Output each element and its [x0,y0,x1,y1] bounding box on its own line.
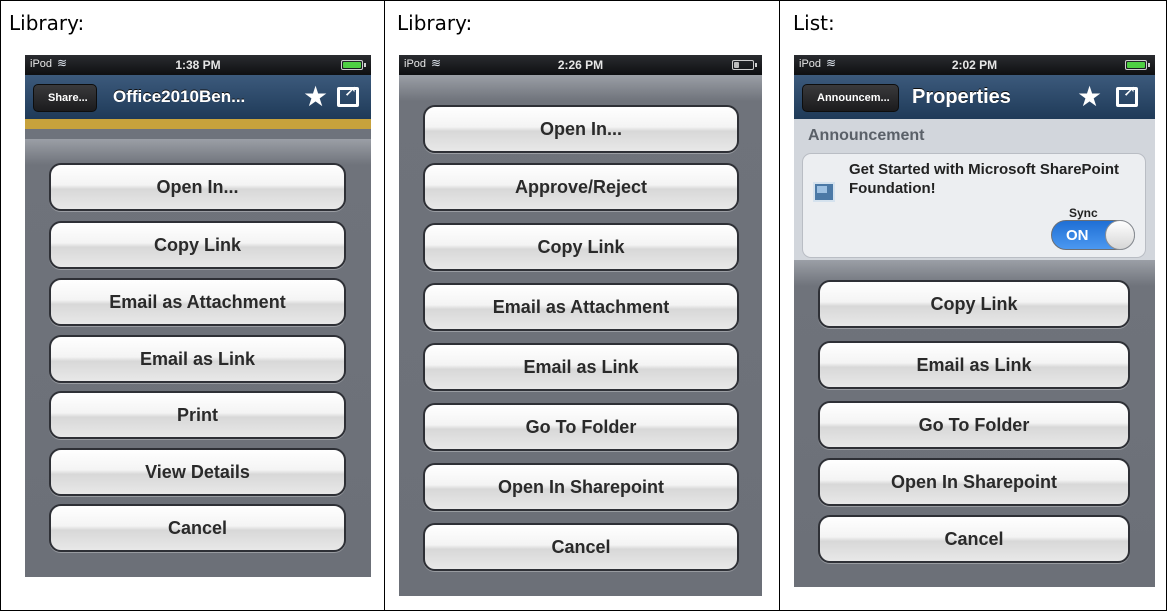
copy-link-button[interactable]: Copy Link [818,280,1130,328]
sync-label: Sync [1069,206,1098,220]
action-sheet: Copy Link Email as Link Go To Folder Ope… [794,260,1155,587]
open-in-sharepoint-button[interactable]: Open In Sharepoint [818,458,1130,506]
view-details-button[interactable]: View Details [49,448,346,496]
column-label: Library: [9,11,85,35]
email-as-link-button[interactable]: Email as Link [818,341,1130,389]
status-time: 2:02 PM [951,58,998,72]
open-in-button[interactable]: Open In... [49,163,346,211]
table-divider [779,1,780,611]
table-divider [384,1,385,611]
section-title: Announcement [808,127,925,144]
cancel-button[interactable]: Cancel [49,504,346,552]
nav-title: Office2010Ben... [113,87,246,106]
announcement-title: Get Started with Microsoft SharePoint Fo… [849,161,1120,197]
email-as-link-button[interactable]: Email as Link [423,343,739,391]
announcement-card: Get Started with Microsoft SharePoint Fo… [802,153,1146,258]
content-strip [25,119,371,129]
back-button[interactable]: Share... [33,84,97,112]
status-bar: iPod ≋ 2:26 PM [399,55,762,75]
phone-screenshot: iPod ≋ 2:02 PM Announcem... Properties ★… [794,55,1155,587]
open-in-button[interactable]: Open In... [423,105,739,153]
document-table: Library: iPod ≋ 1:38 PM Share... Office2… [0,0,1167,611]
cancel-button[interactable]: Cancel [423,523,739,571]
email-as-attachment-button[interactable]: Email as Attachment [423,283,739,331]
column-label: List: [793,11,835,35]
status-bar: iPod ≋ 2:02 PM [794,55,1155,75]
battery-icon [1125,60,1150,70]
battery-icon [732,60,757,70]
copy-link-button[interactable]: Copy Link [49,221,346,269]
nav-title: Properties [912,86,1011,108]
status-time: 2:26 PM [557,58,604,72]
cancel-button[interactable]: Cancel [818,515,1130,563]
navigation-bar: Announcem... Properties ★ [794,75,1155,119]
phone-screenshot: iPod ≋ 2:26 PM Open In... Approve/Reject… [399,55,762,596]
action-sheet: Open In... Approve/Reject Copy Link Emai… [399,75,762,596]
document-icon [813,182,835,202]
phone-screenshot: iPod ≋ 1:38 PM Share... Office2010Ben...… [25,55,371,577]
open-in-sharepoint-button[interactable]: Open In Sharepoint [423,463,739,511]
toggle-label: ON [1066,227,1089,244]
go-to-folder-button[interactable]: Go To Folder [423,403,739,451]
status-bar: iPod ≋ 1:38 PM [25,55,371,75]
action-sheet: Open In... Copy Link Email as Attachment… [25,139,371,577]
column-label: Library: [397,11,473,35]
star-icon[interactable]: ★ [1077,83,1102,111]
email-as-attachment-button[interactable]: Email as Attachment [49,278,346,326]
battery-icon [341,60,366,70]
share-icon[interactable] [1116,81,1138,107]
print-button[interactable]: Print [49,391,346,439]
toggle-knob [1105,220,1135,250]
go-to-folder-button[interactable]: Go To Folder [818,401,1130,449]
navigation-bar: Share... Office2010Ben... ★ [25,75,371,119]
sync-toggle[interactable]: ON [1051,220,1135,250]
star-icon[interactable]: ★ [303,83,328,111]
copy-link-button[interactable]: Copy Link [423,223,739,271]
status-time: 1:38 PM [175,58,221,72]
email-as-link-button[interactable]: Email as Link [49,335,346,383]
approve-reject-button[interactable]: Approve/Reject [423,163,739,211]
back-button[interactable]: Announcem... [802,84,899,112]
share-icon[interactable] [337,81,359,107]
